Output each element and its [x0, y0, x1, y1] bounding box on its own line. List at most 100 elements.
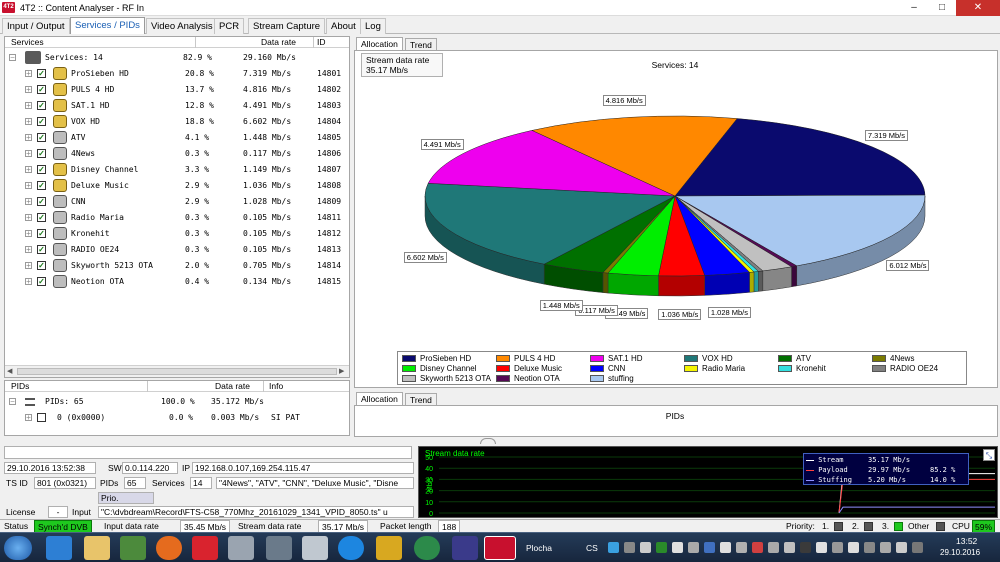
service-checkbox[interactable]: ✓ — [37, 181, 46, 190]
scroll-right-icon[interactable]: ▶ — [339, 367, 344, 375]
service-row[interactable]: + ✓ Skyworth 5213 OTA 2.0 % 0.705 Mb/s 14814 — [5, 258, 351, 274]
service-row[interactable]: + ✓ Radio Maria 0.3 % 0.105 Mb/s 14811 — [5, 210, 351, 226]
expand-icon[interactable]: + — [25, 118, 32, 126]
pid-checkbox[interactable] — [37, 413, 46, 422]
service-checkbox[interactable]: ✓ — [37, 117, 46, 126]
service-checkbox[interactable]: ✓ — [37, 101, 46, 110]
expand-icon[interactable]: + — [25, 246, 32, 254]
expand-icon[interactable]: + — [25, 230, 32, 238]
dvb-app-icon[interactable] — [414, 536, 440, 560]
tab-log[interactable]: Log — [360, 18, 386, 34]
expand-icon[interactable]: + — [25, 262, 32, 270]
tray-icon[interactable] — [784, 542, 795, 553]
tab-input-output[interactable]: Input / Output — [2, 18, 70, 34]
service-row[interactable]: + ✓ PULS 4 HD 13.7 % 4.816 Mb/s 14802 — [5, 82, 351, 98]
service-row[interactable]: + ✓ Deluxe Music 2.9 % 1.036 Mb/s 14808 — [5, 178, 351, 194]
service-checkbox[interactable]: ✓ — [37, 213, 46, 222]
service-checkbox[interactable]: ✓ — [37, 149, 46, 158]
services-col-header[interactable]: Services — [11, 37, 44, 47]
tray-icon[interactable] — [704, 542, 715, 553]
service-row[interactable]: + ✓ Disney Channel 3.3 % 1.149 Mb/s 14807 — [5, 162, 351, 178]
tab-video-analysis[interactable]: Video Analysis — [146, 18, 218, 34]
tray-icon[interactable] — [864, 542, 875, 553]
pid-rate-col-header[interactable]: Data rate — [215, 381, 250, 391]
tray-icon[interactable] — [640, 542, 651, 553]
collapse-icon[interactable]: − — [9, 398, 16, 406]
ftp-icon[interactable] — [376, 536, 402, 560]
scroll-left-icon[interactable]: ◀ — [7, 367, 12, 375]
datarate-col-header[interactable]: Data rate — [261, 37, 296, 47]
service-row[interactable]: + ✓ RADIO OE24 0.3 % 0.105 Mb/s 14813 — [5, 242, 351, 258]
tray-icon[interactable] — [896, 542, 907, 553]
save-icon[interactable] — [452, 536, 478, 560]
maximize-button[interactable]: □ — [928, 0, 956, 16]
service-checkbox[interactable]: ✓ — [37, 165, 46, 174]
expand-icon[interactable]: + — [25, 214, 32, 222]
service-checkbox[interactable]: ✓ — [37, 277, 46, 286]
service-row[interactable]: + ✓ Kronehit 0.3 % 0.105 Mb/s 14812 — [5, 226, 351, 242]
service-row[interactable]: + ✓ CNN 2.9 % 1.028 Mb/s 14809 — [5, 194, 351, 210]
clock-date[interactable]: 29.10.2016 — [940, 548, 980, 557]
ie-icon[interactable] — [46, 536, 72, 560]
tray-icon[interactable] — [816, 542, 827, 553]
expand-icon[interactable]: + — [25, 182, 32, 190]
expand-icon[interactable]: + — [25, 198, 32, 206]
tray-icon[interactable] — [880, 542, 891, 553]
w-app-icon[interactable] — [192, 536, 218, 560]
firefox-icon[interactable] — [156, 536, 182, 560]
service-checkbox[interactable]: ✓ — [37, 261, 46, 270]
expand-icon[interactable]: + — [25, 166, 32, 174]
tray-icon[interactable] — [832, 542, 843, 553]
tray-icon[interactable] — [848, 542, 859, 553]
explorer-icon[interactable] — [84, 536, 110, 560]
service-checkbox[interactable]: ✓ — [37, 245, 46, 254]
tab-allocation[interactable]: Allocation — [356, 37, 403, 50]
service-checkbox[interactable]: ✓ — [37, 85, 46, 94]
service-row[interactable]: + ✓ VOX HD 18.8 % 6.602 Mb/s 14804 — [5, 114, 351, 130]
tray-icon[interactable] — [912, 542, 923, 553]
4t2-taskbar-icon[interactable] — [484, 536, 516, 560]
zoom-icon[interactable]: ⤡ — [983, 449, 995, 461]
pid-row[interactable]: + 0 (0x0000) 0.0 % 0.003 Mb/s SI PAT — [5, 410, 351, 426]
tray-icon[interactable] — [608, 542, 619, 553]
tray-icon[interactable] — [752, 542, 763, 553]
service-row[interactable]: + ✓ Neotion OTA 0.4 % 0.134 Mb/s 14815 — [5, 274, 351, 290]
calculator-icon[interactable] — [302, 536, 328, 560]
message-field[interactable] — [4, 446, 412, 459]
tray-icon[interactable] — [736, 542, 747, 553]
id-col-header[interactable]: ID — [317, 37, 326, 47]
tab-stream-capture[interactable]: Stream Capture — [248, 18, 326, 34]
media-icon[interactable] — [120, 536, 146, 560]
service-checkbox[interactable]: ✓ — [37, 197, 46, 206]
desktop-label[interactable]: Plocha — [526, 543, 552, 553]
tray-icon[interactable] — [800, 542, 811, 553]
prio-label[interactable]: Prio. — [98, 492, 154, 504]
expand-icon[interactable]: + — [25, 134, 32, 142]
tray-icon[interactable] — [768, 542, 779, 553]
info-col-header[interactable]: Info — [269, 381, 283, 391]
tab-pcr[interactable]: PCR — [214, 18, 245, 34]
clock-time[interactable]: 13:52 — [956, 536, 977, 546]
expand-icon[interactable]: + — [25, 70, 32, 78]
service-row[interactable]: + ✓ 4News 0.3 % 0.117 Mb/s 14806 — [5, 146, 351, 162]
service-row[interactable]: + ✓ SAT.1 HD 12.8 % 4.491 Mb/s 14803 — [5, 98, 351, 114]
collapse-icon[interactable]: − — [9, 54, 16, 62]
minimize-button[interactable]: – — [900, 0, 928, 16]
tray-icon[interactable] — [720, 542, 731, 553]
close-button[interactable]: ✕ — [956, 0, 1000, 16]
expand-icon[interactable]: + — [25, 414, 32, 422]
tray-icon[interactable] — [624, 542, 635, 553]
tray-icon[interactable] — [656, 542, 667, 553]
tools-icon[interactable] — [228, 536, 254, 560]
horizontal-scrollbar[interactable]: ◀ ▶ — [5, 365, 349, 377]
service-checkbox[interactable]: ✓ — [37, 133, 46, 142]
pids-col-header[interactable]: PIDs — [11, 381, 29, 391]
language-indicator[interactable]: CS — [586, 543, 598, 553]
network-app-icon[interactable] — [266, 536, 292, 560]
expand-icon[interactable]: + — [25, 102, 32, 110]
tab-services-pids[interactable]: Services / PIDs — [70, 17, 145, 34]
service-checkbox[interactable]: ✓ — [37, 229, 46, 238]
service-row[interactable]: + ✓ ATV 4.1 % 1.448 Mb/s 14805 — [5, 130, 351, 146]
service-row[interactable]: + ✓ ProSieben HD 20.8 % 7.319 Mb/s 14801 — [5, 66, 351, 82]
services-root-row[interactable]: − Services: 14 82.9 % 29.160 Mb/s — [5, 50, 351, 66]
